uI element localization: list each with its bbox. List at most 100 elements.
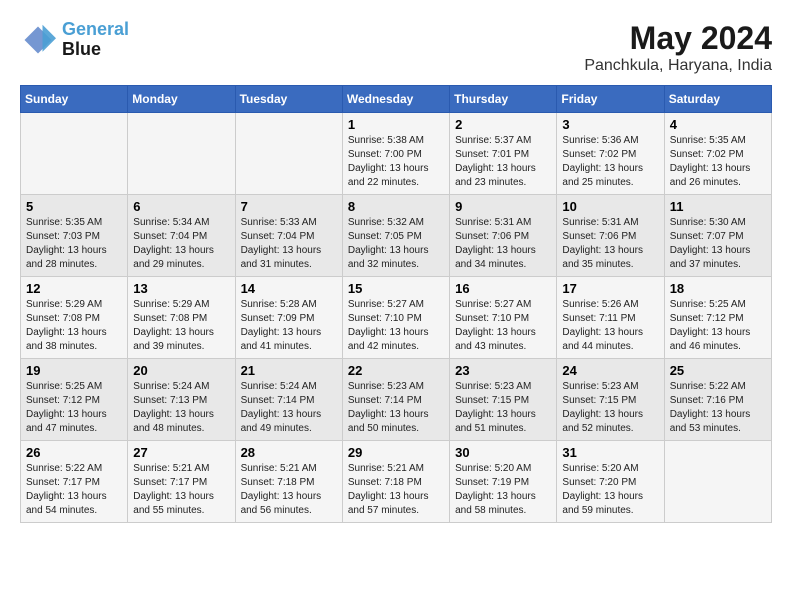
day-info: Sunrise: 5:29 AM Sunset: 7:08 PM Dayligh… [133, 298, 229, 354]
calendar-cell: 2 Sunrise: 5:37 AM Sunset: 7:01 PM Daylig… [450, 113, 557, 195]
calendar-cell: 6 Sunrise: 5:34 AM Sunset: 7:04 PM Daylig… [128, 195, 235, 277]
day-number: 2 [455, 117, 551, 132]
calendar-cell: 12 Sunrise: 5:29 AM Sunset: 7:08 PM Dayli… [21, 277, 128, 359]
day-number: 11 [670, 199, 766, 214]
day-number: 13 [133, 281, 229, 296]
day-info: Sunrise: 5:22 AM Sunset: 7:16 PM Dayligh… [670, 380, 766, 436]
day-number: 29 [348, 445, 444, 460]
calendar-week-row: 12 Sunrise: 5:29 AM Sunset: 7:08 PM Dayli… [21, 277, 772, 359]
page-title: May 2024 [584, 20, 772, 57]
day-info: Sunrise: 5:23 AM Sunset: 7:15 PM Dayligh… [455, 380, 551, 436]
day-number: 30 [455, 445, 551, 460]
calendar-cell: 7 Sunrise: 5:33 AM Sunset: 7:04 PM Daylig… [235, 195, 342, 277]
calendar-cell: 8 Sunrise: 5:32 AM Sunset: 7:05 PM Daylig… [342, 195, 449, 277]
day-info: Sunrise: 5:23 AM Sunset: 7:14 PM Dayligh… [348, 380, 444, 436]
day-number: 26 [26, 445, 122, 460]
day-info: Sunrise: 5:32 AM Sunset: 7:05 PM Dayligh… [348, 216, 444, 272]
day-number: 4 [670, 117, 766, 132]
day-number: 16 [455, 281, 551, 296]
calendar-cell [128, 113, 235, 195]
calendar-header-saturday: Saturday [664, 86, 771, 113]
day-info: Sunrise: 5:21 AM Sunset: 7:18 PM Dayligh… [348, 462, 444, 518]
logo-text: General Blue [62, 20, 129, 60]
day-info: Sunrise: 5:22 AM Sunset: 7:17 PM Dayligh… [26, 462, 122, 518]
calendar-cell: 4Sunrise: 5:35 AM Sunset: 7:02 PM Daylig… [664, 113, 771, 195]
day-number: 28 [241, 445, 337, 460]
calendar-cell: 27Sunrise: 5:21 AM Sunset: 7:17 PM Dayli… [128, 441, 235, 523]
calendar-cell: 30 Sunrise: 5:20 AM Sunset: 7:19 PM Dayli… [450, 441, 557, 523]
calendar-cell: 9Sunrise: 5:31 AM Sunset: 7:06 PM Daylig… [450, 195, 557, 277]
calendar-header-wednesday: Wednesday [342, 86, 449, 113]
day-info: Sunrise: 5:37 AM Sunset: 7:01 PM Dayligh… [455, 134, 551, 190]
day-number: 17 [562, 281, 658, 296]
day-number: 9 [455, 199, 551, 214]
day-info: Sunrise: 5:38 AM Sunset: 7:00 PM Dayligh… [348, 134, 444, 190]
day-info: Sunrise: 5:20 AM Sunset: 7:20 PM Dayligh… [562, 462, 658, 518]
day-number: 6 [133, 199, 229, 214]
day-number: 19 [26, 363, 122, 378]
day-info: Sunrise: 5:28 AM Sunset: 7:09 PM Dayligh… [241, 298, 337, 354]
calendar-cell: 13 Sunrise: 5:29 AM Sunset: 7:08 PM Dayli… [128, 277, 235, 359]
page-header: General Blue May 2024 Panchkula, Haryana… [20, 20, 772, 75]
calendar-cell: 10 Sunrise: 5:31 AM Sunset: 7:06 PM Dayli… [557, 195, 664, 277]
calendar-cell: 19 Sunrise: 5:25 AM Sunset: 7:12 PM Dayli… [21, 359, 128, 441]
day-info: Sunrise: 5:21 AM Sunset: 7:18 PM Dayligh… [241, 462, 337, 518]
calendar-cell: 16Sunrise: 5:27 AM Sunset: 7:10 PM Dayli… [450, 277, 557, 359]
day-number: 3 [562, 117, 658, 132]
calendar-cell: 25 Sunrise: 5:22 AM Sunset: 7:16 PM Dayli… [664, 359, 771, 441]
calendar-header-monday: Monday [128, 86, 235, 113]
calendar-cell: 5 Sunrise: 5:35 AM Sunset: 7:03 PM Daylig… [21, 195, 128, 277]
calendar-week-row: 5 Sunrise: 5:35 AM Sunset: 7:03 PM Daylig… [21, 195, 772, 277]
calendar-week-row: 19 Sunrise: 5:25 AM Sunset: 7:12 PM Dayli… [21, 359, 772, 441]
calendar-cell: 20Sunrise: 5:24 AM Sunset: 7:13 PM Dayli… [128, 359, 235, 441]
calendar-cell: 15 Sunrise: 5:27 AM Sunset: 7:10 PM Dayli… [342, 277, 449, 359]
day-info: Sunrise: 5:29 AM Sunset: 7:08 PM Dayligh… [26, 298, 122, 354]
day-number: 14 [241, 281, 337, 296]
day-number: 15 [348, 281, 444, 296]
logo-icon [20, 22, 56, 58]
calendar-header-row: SundayMondayTuesdayWednesdayThursdayFrid… [21, 86, 772, 113]
day-number: 7 [241, 199, 337, 214]
calendar-header-sunday: Sunday [21, 86, 128, 113]
page-subtitle: Panchkula, Haryana, India [584, 57, 772, 75]
day-info: Sunrise: 5:25 AM Sunset: 7:12 PM Dayligh… [670, 298, 766, 354]
day-number: 8 [348, 199, 444, 214]
day-number: 12 [26, 281, 122, 296]
day-info: Sunrise: 5:36 AM Sunset: 7:02 PM Dayligh… [562, 134, 658, 190]
calendar-cell: 14 Sunrise: 5:28 AM Sunset: 7:09 PM Dayli… [235, 277, 342, 359]
day-number: 1 [348, 117, 444, 132]
calendar-cell [235, 113, 342, 195]
calendar-header-friday: Friday [557, 86, 664, 113]
day-number: 5 [26, 199, 122, 214]
calendar-cell: 23Sunrise: 5:23 AM Sunset: 7:15 PM Dayli… [450, 359, 557, 441]
day-info: Sunrise: 5:30 AM Sunset: 7:07 PM Dayligh… [670, 216, 766, 272]
day-info: Sunrise: 5:35 AM Sunset: 7:03 PM Dayligh… [26, 216, 122, 272]
day-info: Sunrise: 5:31 AM Sunset: 7:06 PM Dayligh… [562, 216, 658, 272]
day-info: Sunrise: 5:25 AM Sunset: 7:12 PM Dayligh… [26, 380, 122, 436]
day-info: Sunrise: 5:27 AM Sunset: 7:10 PM Dayligh… [348, 298, 444, 354]
calendar-cell: 17 Sunrise: 5:26 AM Sunset: 7:11 PM Dayli… [557, 277, 664, 359]
calendar-week-row: 26 Sunrise: 5:22 AM Sunset: 7:17 PM Dayli… [21, 441, 772, 523]
calendar-header-thursday: Thursday [450, 86, 557, 113]
calendar-header-tuesday: Tuesday [235, 86, 342, 113]
day-info: Sunrise: 5:26 AM Sunset: 7:11 PM Dayligh… [562, 298, 658, 354]
day-info: Sunrise: 5:34 AM Sunset: 7:04 PM Dayligh… [133, 216, 229, 272]
day-info: Sunrise: 5:33 AM Sunset: 7:04 PM Dayligh… [241, 216, 337, 272]
day-number: 31 [562, 445, 658, 460]
day-number: 21 [241, 363, 337, 378]
day-number: 25 [670, 363, 766, 378]
calendar-body: 1 Sunrise: 5:38 AM Sunset: 7:00 PM Daylig… [21, 113, 772, 523]
day-info: Sunrise: 5:20 AM Sunset: 7:19 PM Dayligh… [455, 462, 551, 518]
day-number: 10 [562, 199, 658, 214]
title-block: May 2024 Panchkula, Haryana, India [584, 20, 772, 75]
logo: General Blue [20, 20, 129, 60]
day-number: 18 [670, 281, 766, 296]
day-info: Sunrise: 5:24 AM Sunset: 7:13 PM Dayligh… [133, 380, 229, 436]
calendar-cell: 18 Sunrise: 5:25 AM Sunset: 7:12 PM Dayli… [664, 277, 771, 359]
calendar-cell: 26 Sunrise: 5:22 AM Sunset: 7:17 PM Dayli… [21, 441, 128, 523]
day-number: 22 [348, 363, 444, 378]
calendar-cell: 24Sunrise: 5:23 AM Sunset: 7:15 PM Dayli… [557, 359, 664, 441]
calendar-cell: 22 Sunrise: 5:23 AM Sunset: 7:14 PM Dayli… [342, 359, 449, 441]
day-info: Sunrise: 5:24 AM Sunset: 7:14 PM Dayligh… [241, 380, 337, 436]
day-info: Sunrise: 5:21 AM Sunset: 7:17 PM Dayligh… [133, 462, 229, 518]
